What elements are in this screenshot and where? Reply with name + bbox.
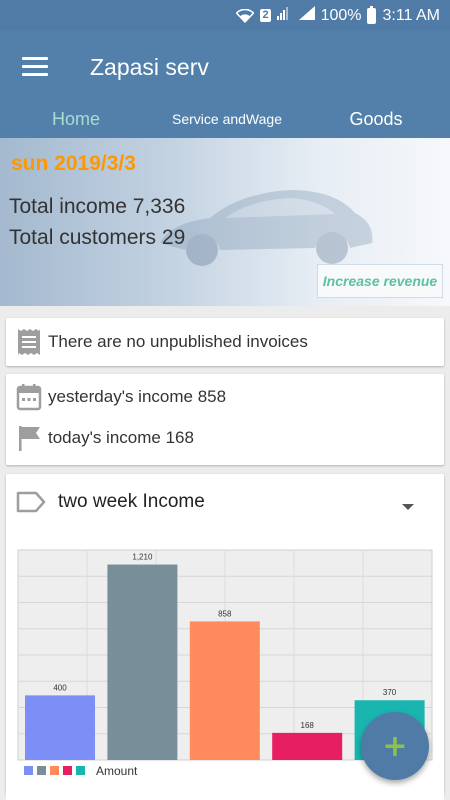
car-image [160,190,373,266]
legend-swatch [76,766,85,775]
chart-bar [107,564,178,760]
battery-percent: 100% [320,6,362,24]
tab-bar: Home Service andWage Goods [0,102,450,138]
chevron-down-icon[interactable] [402,504,414,510]
yesterday-income: yesterday's income 858 [48,387,227,406]
calendar-icon [16,384,42,411]
menu-icon[interactable] [22,57,48,77]
chart-bar [25,695,95,760]
tab-goods[interactable]: Goods [302,102,450,138]
tab-home[interactable]: Home [0,102,152,138]
flag-icon [19,426,40,451]
signal-icon-2 [298,6,315,25]
chart-value-label: 370 [383,688,397,697]
invoices-card[interactable]: There are no unpublished invoices [6,318,444,366]
invoices-status: There are no unpublished invoices [48,332,308,351]
chart-title: two week Income [58,491,205,512]
label-icon [16,491,46,513]
status-bar: 2 100% 3:11 AM [0,0,450,30]
app-bar: Zapasi serv [0,30,450,102]
summary-date: sun 2019/3/3 [11,152,136,175]
chart-bar [189,621,260,760]
app-title: Zapasi serv [90,54,209,80]
legend-label: Amount [96,764,138,778]
increase-revenue-button[interactable]: Increase revenue [317,264,443,298]
chart-bar [272,732,343,760]
add-button[interactable]: + [361,712,429,780]
wifi-icon [235,8,255,23]
battery-icon [367,5,377,24]
clock: 3:11 AM [382,6,440,24]
legend-swatch [24,766,33,775]
legend-swatch [63,766,72,775]
tab-service-and-wage[interactable]: Service andWage [152,102,302,138]
income-card: yesterday's income 858 today's income 16… [6,374,444,465]
network-badge: 2 [260,9,271,22]
chart-value-label: 858 [218,609,232,618]
chart-value-label: 168 [301,721,315,730]
receipt-icon [18,329,40,355]
chart-legend: Amount [24,764,138,778]
total-income: Total income 7,336 [9,195,186,218]
next-card-edge [6,790,444,800]
legend-swatch [50,766,59,775]
today-income: today's income 168 [48,428,194,447]
chart-value-label: 1,210 [132,553,153,562]
total-customers: Total customers 29 [9,226,186,249]
legend-swatch [37,766,46,775]
summary-banner: sun 2019/3/3 Total income 7,336 Total cu… [0,138,450,306]
signal-icon [276,6,293,25]
chart-value-label: 400 [53,683,67,692]
